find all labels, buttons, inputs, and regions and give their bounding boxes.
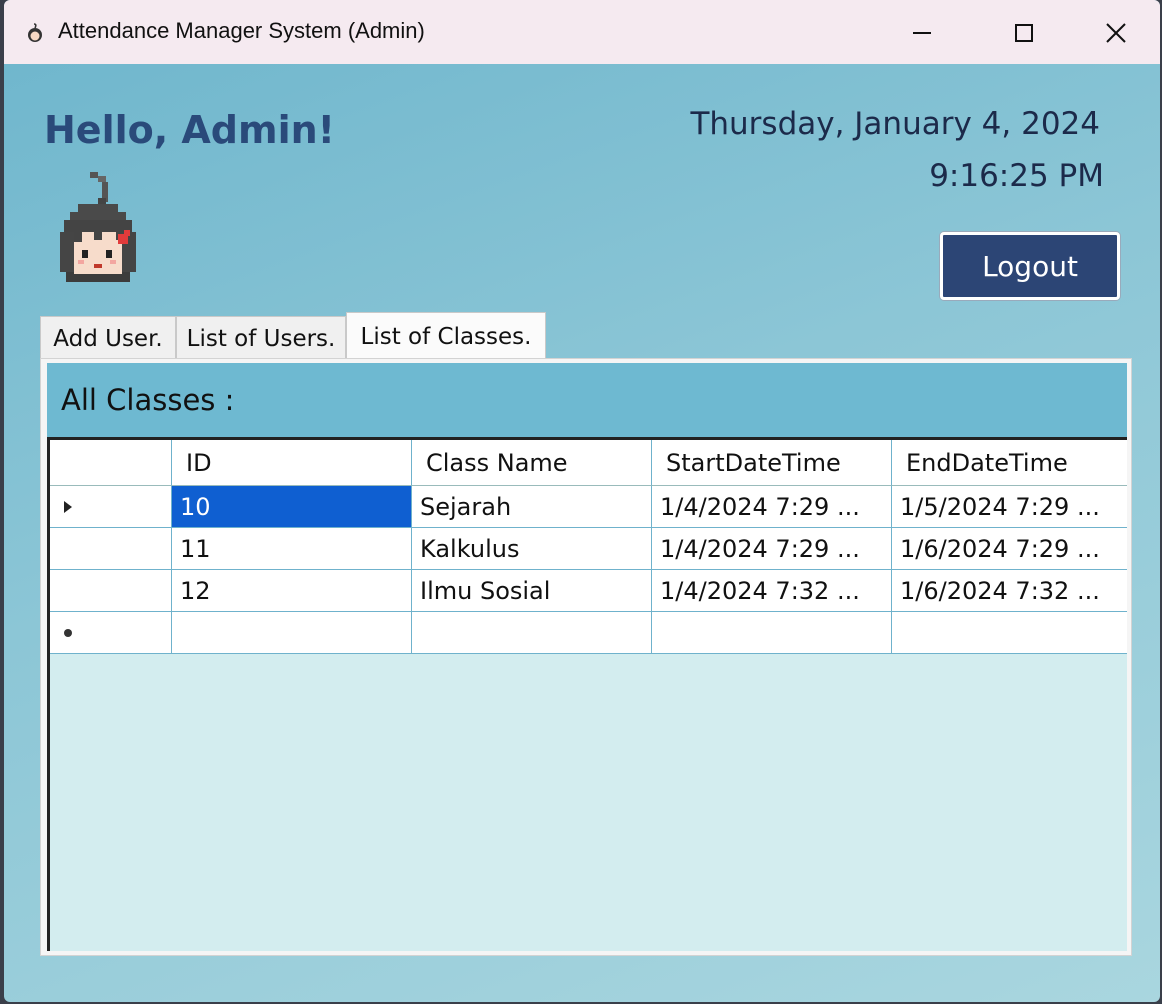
maximize-button[interactable]: [994, 14, 1054, 54]
cell-end[interactable]: 1/6/2024 7:32 ...: [892, 570, 1127, 612]
row-header[interactable]: [50, 528, 172, 570]
cell-class-name[interactable]: Ilmu Sosial: [412, 570, 652, 612]
row-header-current[interactable]: [50, 486, 172, 528]
greeting: Hello, Admin!: [44, 108, 336, 152]
row-header-new[interactable]: [50, 612, 172, 654]
grid-header-row: ID Class Name StartDateTime EndDateTime: [50, 440, 1127, 486]
row-header[interactable]: [50, 570, 172, 612]
cell-id[interactable]: 10: [172, 486, 412, 528]
cell-start-new[interactable]: [652, 612, 892, 654]
close-icon: [1106, 23, 1126, 43]
close-button[interactable]: [1086, 14, 1146, 54]
classes-panel-body: All Classes : ID Class Name StartDateTim…: [47, 363, 1127, 951]
cell-class-name-new[interactable]: [412, 612, 652, 654]
current-time: 9:16:25 PM: [929, 158, 1104, 194]
logout-button[interactable]: Logout: [940, 232, 1120, 300]
window-title: Attendance Manager System (Admin): [58, 18, 425, 43]
classes-header-band: All Classes :: [47, 363, 1127, 437]
current-date: Thursday, January 4, 2024: [690, 106, 1100, 142]
cell-end[interactable]: 1/6/2024 7:29 ...: [892, 528, 1127, 570]
tab-add-user[interactable]: Add User.: [40, 316, 176, 360]
column-header-start[interactable]: StartDateTime: [652, 440, 892, 486]
cell-start[interactable]: 1/4/2024 7:32 ...: [652, 570, 892, 612]
current-row-arrow-icon: [64, 500, 72, 513]
column-header-end[interactable]: EndDateTime: [892, 440, 1127, 486]
classes-data-grid[interactable]: ID Class Name StartDateTime EndDateTime …: [47, 437, 1127, 951]
cell-start[interactable]: 1/4/2024 7:29 ...: [652, 528, 892, 570]
cell-id[interactable]: 11: [172, 528, 412, 570]
column-header-id[interactable]: ID: [172, 440, 412, 486]
cell-class-name[interactable]: Sejarah: [412, 486, 652, 528]
title-bar: Attendance Manager System (Admin): [4, 0, 1160, 64]
cell-id[interactable]: 12: [172, 570, 412, 612]
all-classes-heading: All Classes :: [61, 383, 235, 417]
tab-list-of-classes[interactable]: List of Classes.: [346, 312, 546, 360]
minimize-icon: [913, 32, 931, 34]
cell-start[interactable]: 1/4/2024 7:29 ...: [652, 486, 892, 528]
app-icon: [28, 23, 42, 42]
grid-corner-header[interactable]: [50, 440, 172, 486]
classes-tab-panel: All Classes : ID Class Name StartDateTim…: [40, 358, 1132, 956]
table-row[interactable]: 11 Kalkulus 1/4/2024 7:29 ... 1/6/2024 7…: [50, 528, 1127, 570]
minimize-button[interactable]: [892, 14, 952, 54]
cell-class-name[interactable]: Kalkulus: [412, 528, 652, 570]
column-header-class-name[interactable]: Class Name: [412, 440, 652, 486]
table-row[interactable]: 10 Sejarah 1/4/2024 7:29 ... 1/5/2024 7:…: [50, 486, 1127, 528]
cell-id-new[interactable]: [172, 612, 412, 654]
tab-list-of-users[interactable]: List of Users.: [176, 316, 346, 360]
maximize-icon: [1015, 24, 1033, 42]
cell-end-new[interactable]: [892, 612, 1127, 654]
table-row[interactable]: 12 Ilmu Sosial 1/4/2024 7:32 ... 1/6/202…: [50, 570, 1127, 612]
app-window: Attendance Manager System (Admin) Hello,…: [4, 0, 1160, 1002]
avatar: [60, 172, 136, 282]
new-row-asterisk-icon: [64, 628, 72, 637]
new-row[interactable]: [50, 612, 1127, 654]
cell-end[interactable]: 1/5/2024 7:29 ...: [892, 486, 1127, 528]
